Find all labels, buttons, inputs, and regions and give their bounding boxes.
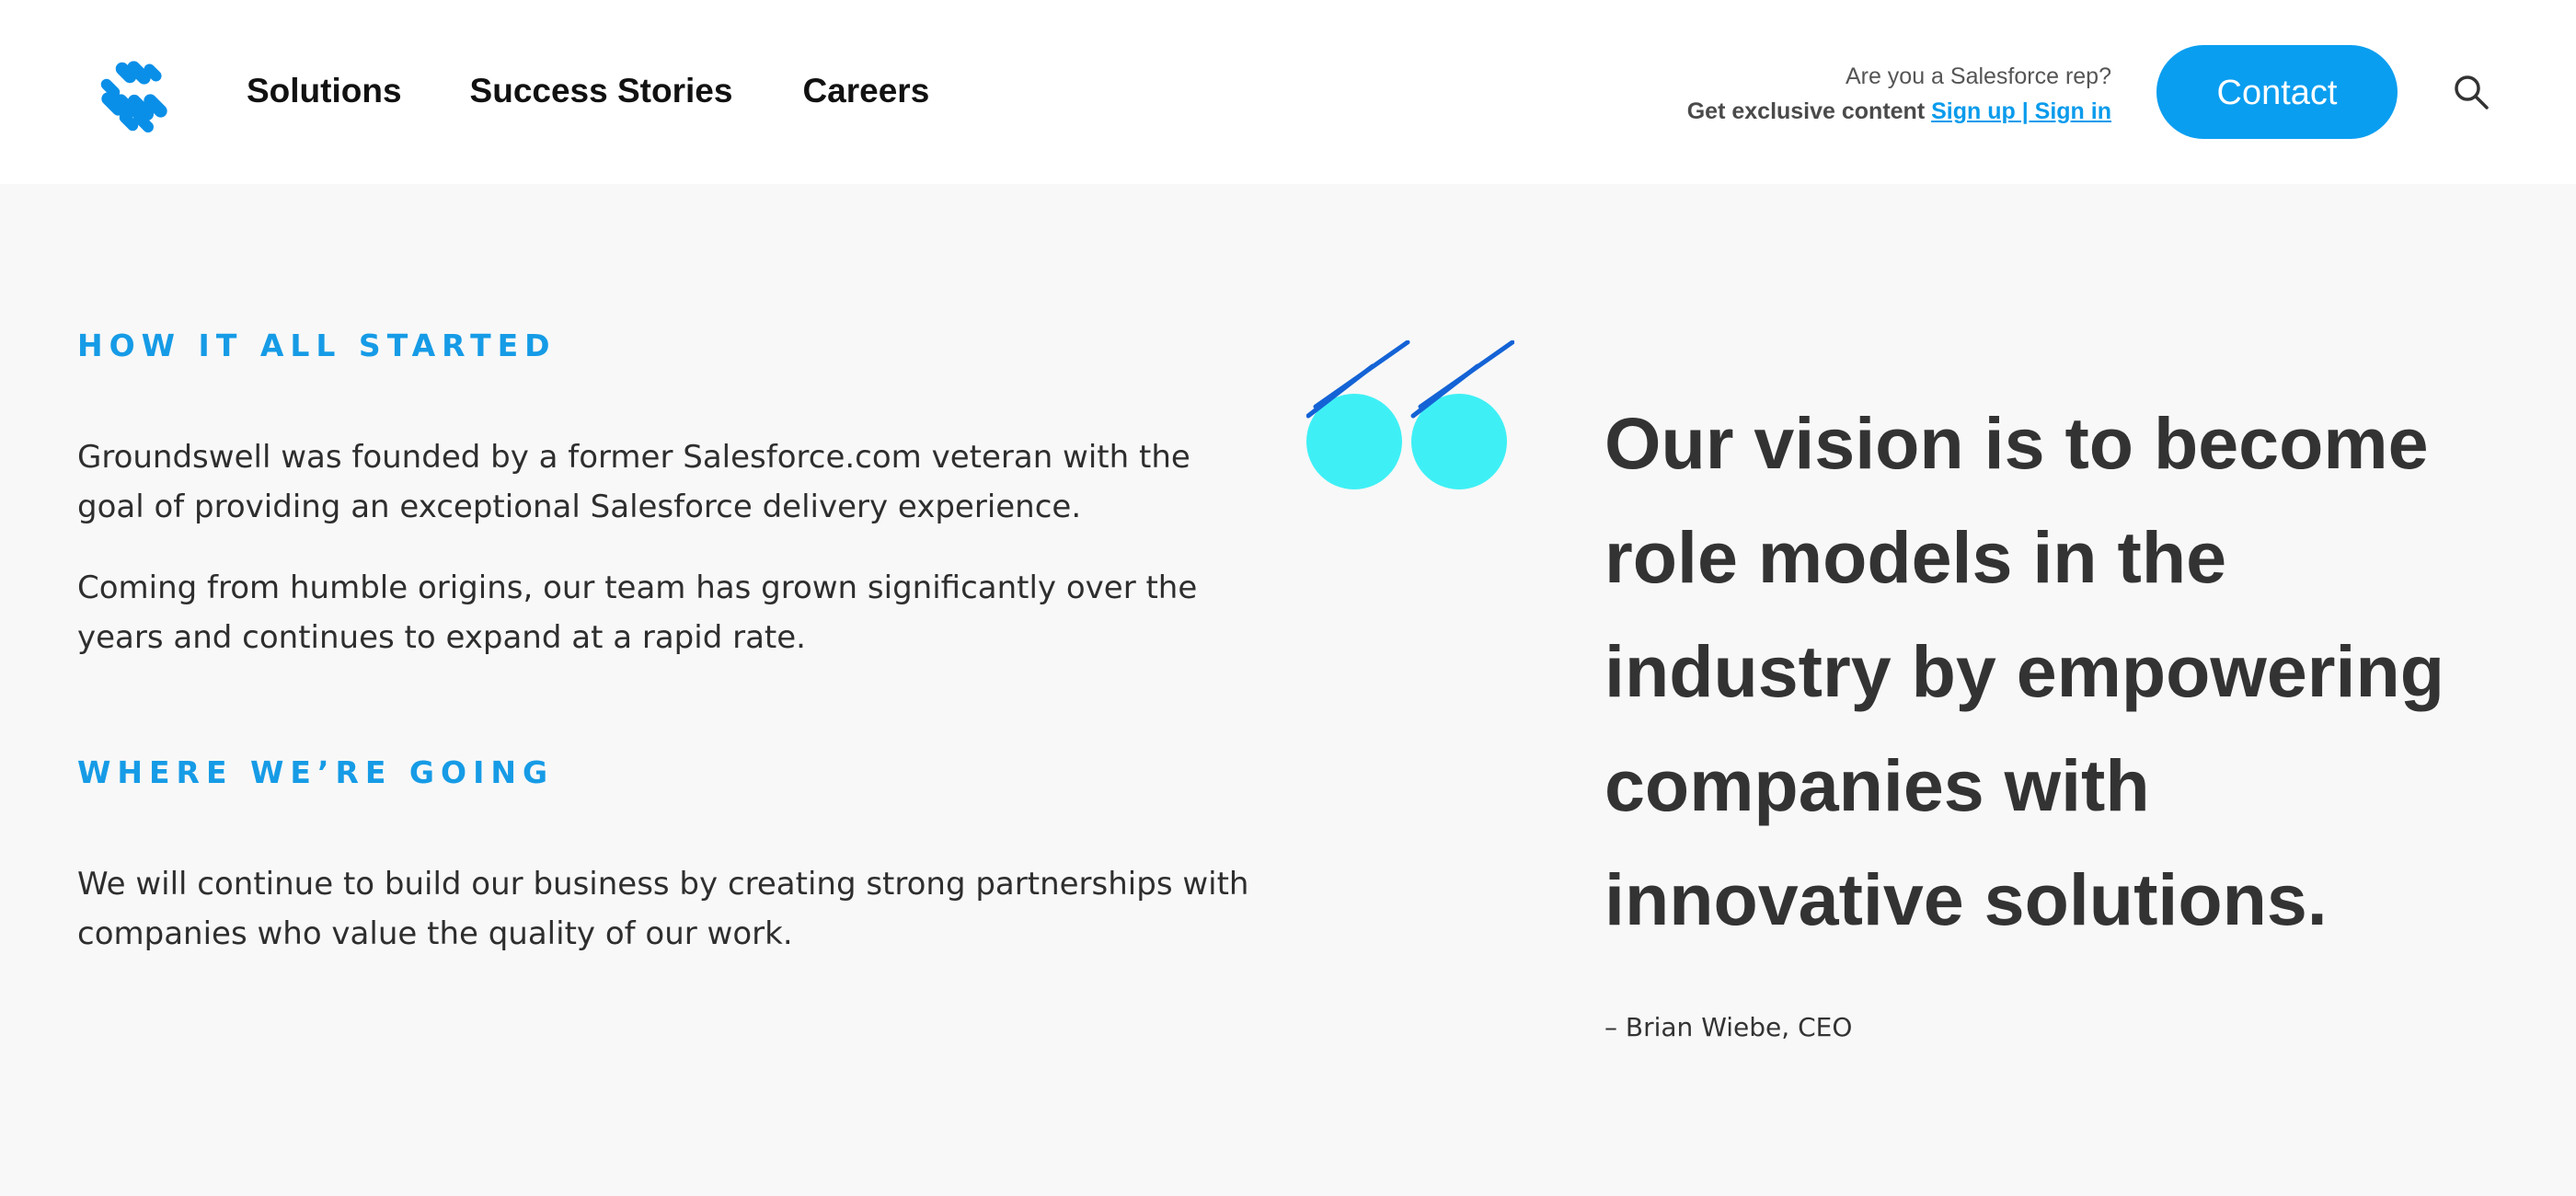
- sign-up-sign-in-link[interactable]: Sign up | Sign in: [1931, 98, 2111, 124]
- going-paragraph: We will continue to build our business b…: [77, 866, 1249, 952]
- company-story: HOW IT ALL STARTED Groundswell was found…: [77, 328, 1264, 959]
- site-header: Solutions Success Stories Careers Are yo…: [0, 0, 2576, 184]
- quote-attribution: – Brian Wiebe, CEO: [1604, 1012, 1853, 1042]
- where-were-going-heading: WHERE WE’RE GOING: [77, 754, 555, 790]
- salesforce-rep-promo: Are you a Salesforce rep? Get exclusive …: [1687, 59, 2111, 129]
- rep-cta-text: Get exclusive content: [1686, 98, 1926, 124]
- how-it-all-started-heading: HOW IT ALL STARTED: [77, 328, 557, 363]
- started-paragraph-2: Coming from humble origins, our team has…: [77, 569, 1198, 656]
- rep-cta: Get exclusive content Sign up | Sign in: [1687, 94, 2111, 129]
- quote-mark-icon: [1306, 340, 1514, 489]
- nav-careers[interactable]: Careers: [802, 68, 929, 114]
- groundswell-logo[interactable]: [99, 57, 182, 140]
- main-nav: Solutions Success Stories Careers: [247, 68, 929, 114]
- rep-prompt: Are you a Salesforce rep?: [1845, 63, 2111, 89]
- nav-success-stories[interactable]: Success Stories: [470, 68, 733, 114]
- nav-solutions[interactable]: Solutions: [247, 68, 402, 114]
- started-paragraph-1: Groundswell was founded by a former Sale…: [77, 439, 1190, 525]
- vision-quote: Our vision is to become role models in t…: [1604, 402, 2445, 940]
- contact-button[interactable]: Contact: [2156, 45, 2398, 139]
- search-icon[interactable]: [2453, 74, 2490, 110]
